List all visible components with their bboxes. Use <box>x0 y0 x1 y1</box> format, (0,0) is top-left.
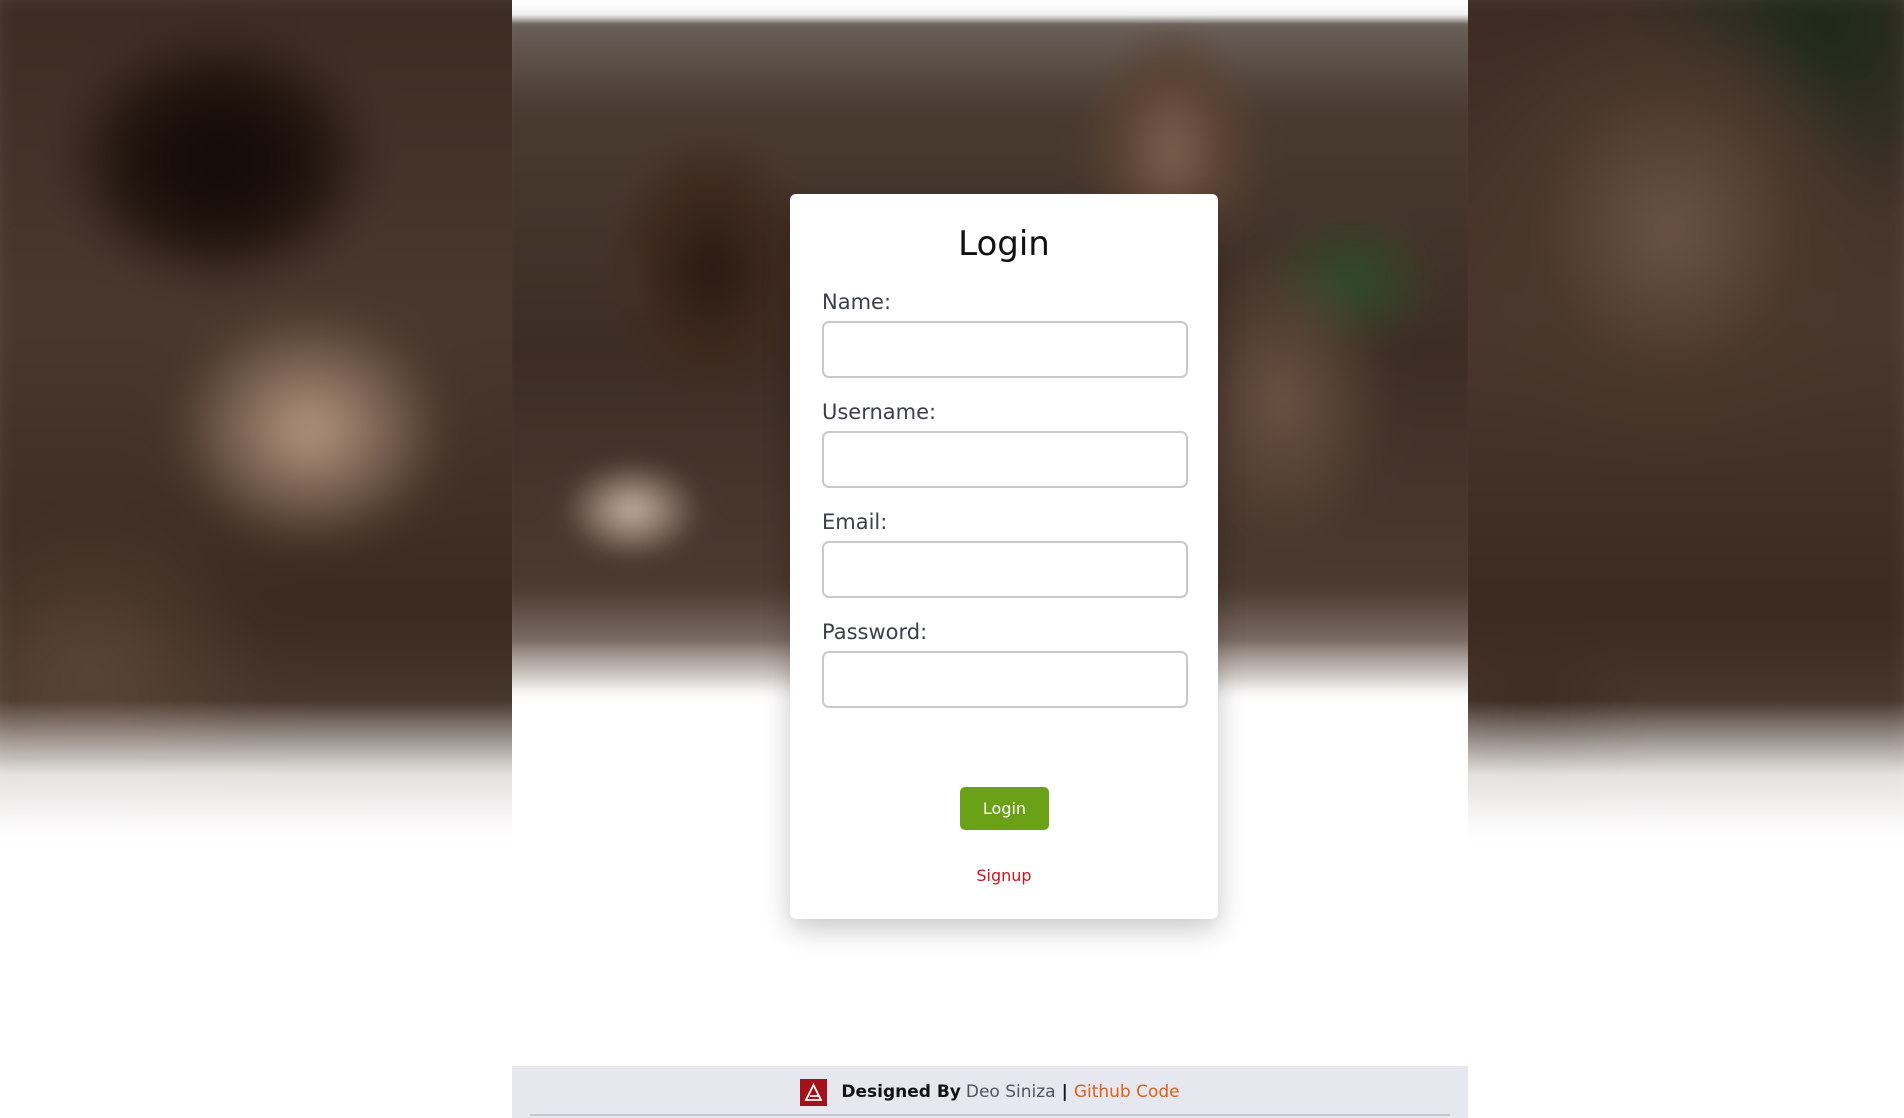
footer: Designed By Deo Siniza | Github Code <box>512 1066 1468 1118</box>
email-input[interactable] <box>822 541 1188 598</box>
login-title: Login <box>958 224 1050 264</box>
username-input[interactable] <box>822 431 1188 488</box>
footer-divider <box>530 1114 1450 1116</box>
footer-separator: | <box>1061 1082 1068 1102</box>
footer-credits: Designed By Deo Siniza | Github Code <box>512 1066 1468 1118</box>
name-label: Name: <box>822 290 892 314</box>
signup-link[interactable]: Signup <box>790 866 1218 885</box>
brand-logo-icon <box>800 1078 828 1106</box>
top-strip <box>512 0 1468 24</box>
password-input[interactable] <box>822 651 1188 708</box>
login-button[interactable]: Login <box>960 787 1049 830</box>
username-label: Username: <box>822 400 937 424</box>
name-input[interactable] <box>822 321 1188 378</box>
author-name: Deo Siniza <box>965 1082 1056 1102</box>
designed-by-text: Designed By <box>841 1082 961 1102</box>
password-label: Password: <box>822 620 928 644</box>
login-card: Login Name: Username: Email: Password: L… <box>790 194 1218 919</box>
email-label: Email: <box>822 510 888 534</box>
github-code-link[interactable]: Github Code <box>1074 1082 1180 1102</box>
